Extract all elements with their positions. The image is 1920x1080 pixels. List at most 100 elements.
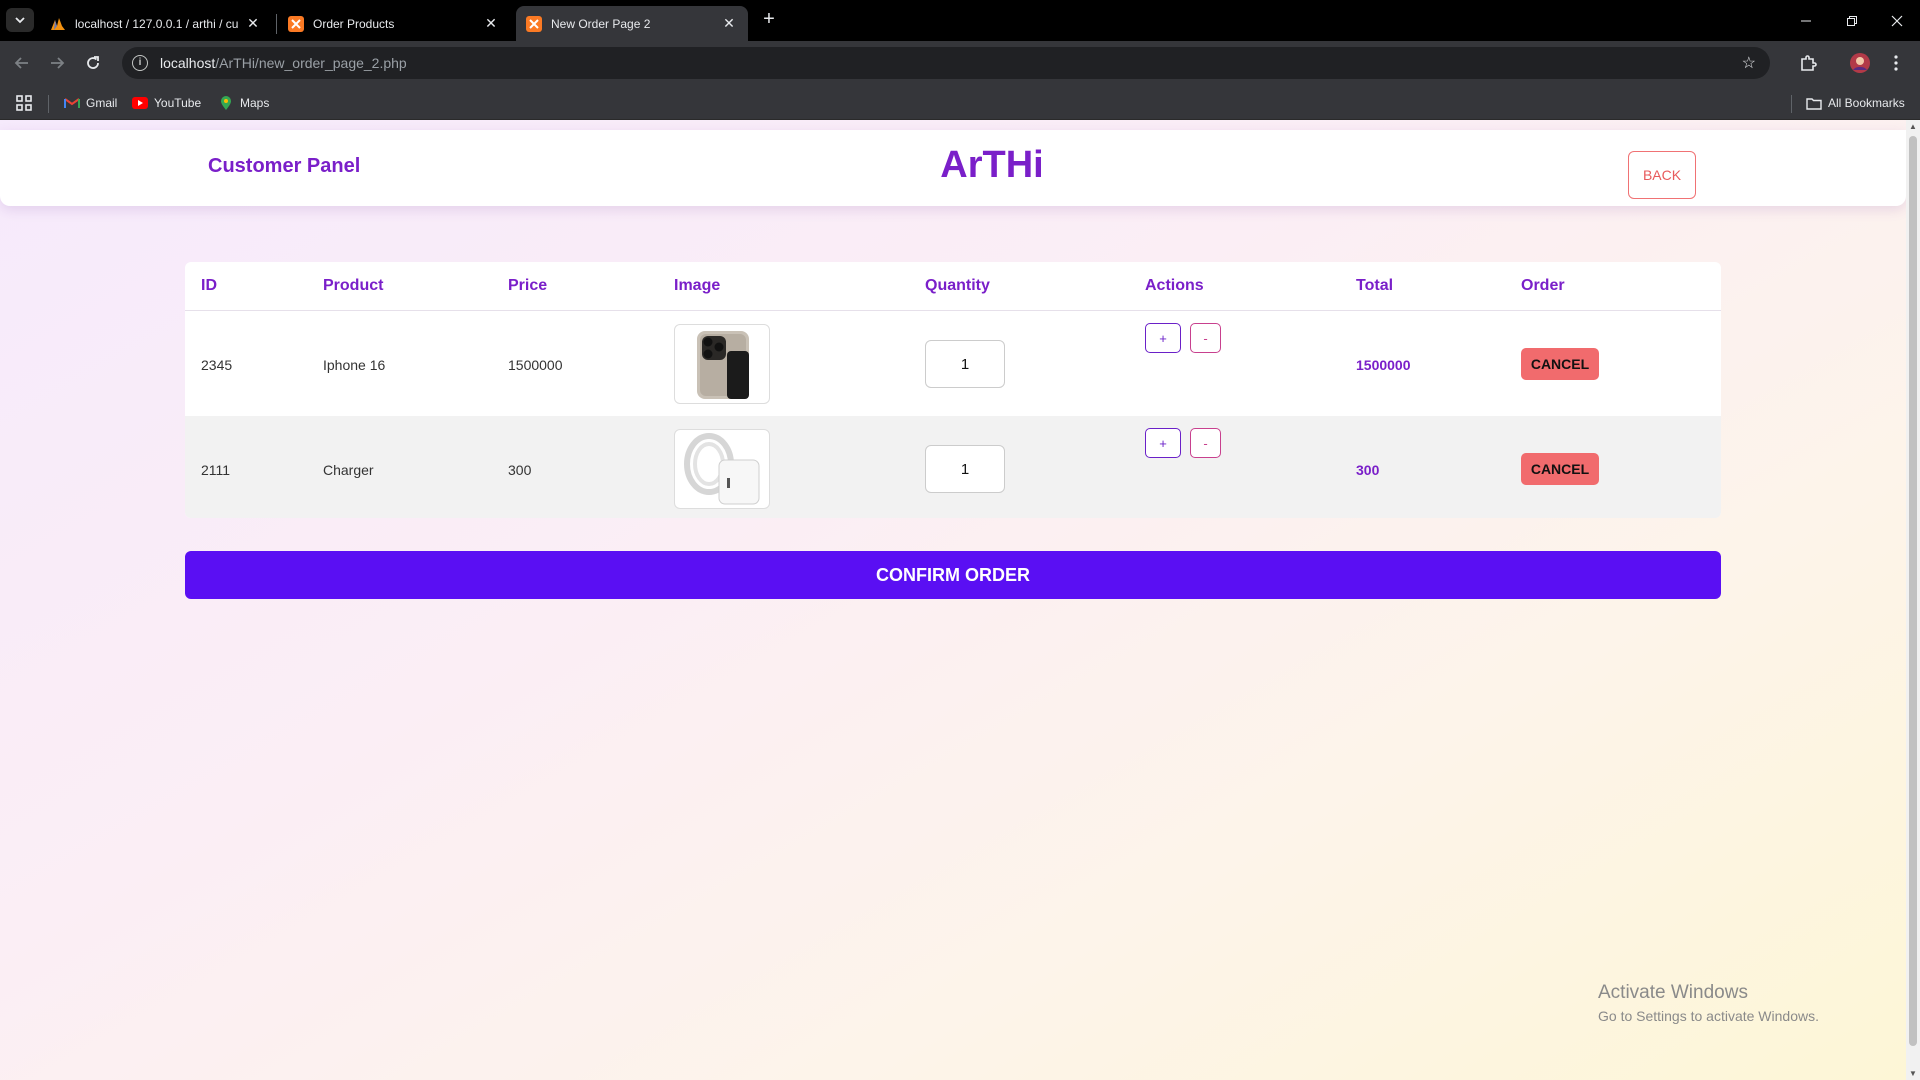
cancel-button[interactable]: CANCEL [1521, 453, 1599, 485]
forward-nav-button[interactable] [44, 50, 70, 76]
column-header-product: Product [323, 277, 384, 294]
cancel-button[interactable]: CANCEL [1521, 348, 1599, 380]
close-icon[interactable]: ✕ [482, 15, 500, 32]
apps-button[interactable] [16, 93, 32, 113]
back-button[interactable]: BACK [1628, 151, 1696, 199]
avatar-icon [1850, 53, 1870, 73]
cell-price: 1500000 [508, 357, 563, 373]
close-window-button[interactable] [1874, 0, 1920, 41]
table-header: ID Product Price Image Quantity Actions … [185, 262, 1721, 311]
all-bookmarks-button[interactable]: All Bookmarks [1806, 93, 1905, 113]
cell-product: Iphone 16 [323, 357, 386, 373]
chevron-down-icon [15, 17, 25, 24]
tab-order-products[interactable]: Order Products ✕ [278, 6, 510, 41]
minimize-icon [1801, 20, 1811, 21]
close-icon[interactable]: ✕ [244, 15, 262, 32]
address-bar[interactable]: i localhost/ArTHi/new_order_page_2.php ☆ [122, 47, 1770, 79]
column-header-image: Image [674, 277, 721, 294]
quantity-input[interactable]: 1 [925, 445, 1005, 493]
increment-button[interactable]: + [1145, 323, 1181, 353]
minimize-button[interactable] [1783, 0, 1829, 41]
cell-id: 2111 [201, 462, 231, 478]
close-icon [1891, 15, 1903, 26]
new-tab-button[interactable]: + [758, 9, 780, 31]
scrollbar-thumb[interactable] [1909, 136, 1917, 1046]
back-nav-button[interactable] [9, 50, 35, 76]
arrow-right-icon [51, 57, 65, 69]
bookmark-youtube[interactable]: YouTube [132, 93, 201, 113]
apps-grid-icon [16, 95, 32, 111]
confirm-order-button[interactable]: CONFIRM ORDER [185, 551, 1721, 599]
column-header-price: Price [508, 277, 548, 294]
puzzle-icon [1801, 55, 1817, 71]
order-table: ID Product Price Image Quantity Actions … [185, 262, 1721, 518]
reload-button[interactable] [80, 50, 106, 76]
browser-toolbar: i localhost/ArTHi/new_order_page_2.php ☆ [0, 41, 1920, 85]
scroll-up-arrow-icon[interactable]: ▲ [1909, 122, 1917, 131]
cell-total: 300 [1356, 462, 1380, 478]
bookmark-star-icon[interactable]: ☆ [1742, 53, 1756, 73]
watermark-line-1: Activate Windows [1598, 982, 1748, 1003]
cell-price: 300 [508, 462, 532, 478]
url-path: /ArTHi/new_order_page_2.php [215, 55, 407, 71]
column-header-order: Order [1521, 277, 1565, 294]
xampp-icon [288, 15, 304, 32]
tab-search-button[interactable] [6, 8, 34, 32]
xampp-icon [526, 15, 542, 32]
decrement-button[interactable]: - [1190, 428, 1221, 458]
cell-id: 2345 [201, 357, 233, 373]
phpmyadmin-icon [50, 16, 66, 32]
tab-title: New Order Page 2 [551, 16, 651, 31]
all-bookmarks-label: All Bookmarks [1828, 96, 1905, 110]
charger-image [674, 429, 770, 509]
page-scrollbar[interactable]: ▲ ▼ [1906, 120, 1920, 1080]
column-header-actions: Actions [1145, 277, 1204, 294]
table-row: 2345 Iphone 16 1500000 1 + - 1500000 CAN… [185, 311, 1721, 416]
gmail-icon [64, 95, 80, 111]
column-header-total: Total [1356, 277, 1394, 294]
iphone-image [674, 324, 770, 404]
increment-button[interactable]: + [1145, 428, 1181, 458]
bookmark-label: Gmail [86, 96, 118, 110]
profile-avatar[interactable] [1848, 52, 1872, 74]
tab-new-order-page-2[interactable]: New Order Page 2 ✕ [516, 6, 748, 41]
cell-product: Charger [323, 462, 374, 478]
restore-button[interactable] [1829, 0, 1875, 41]
url-host: localhost [160, 55, 216, 71]
arrow-left-icon [14, 57, 28, 69]
bookmark-label: Maps [240, 96, 270, 110]
reload-icon [87, 56, 99, 69]
extensions-button[interactable] [1796, 52, 1820, 74]
decrement-button[interactable]: - [1190, 323, 1221, 353]
brand-logo: ArTHi [940, 144, 1044, 186]
tab-phpmyadmin[interactable]: localhost / 127.0.0.1 / arthi / cu ✕ [40, 6, 272, 41]
tab-title: Order Products [313, 16, 395, 31]
tab-divider [276, 14, 277, 34]
youtube-icon [132, 95, 148, 111]
folder-icon [1806, 95, 1822, 111]
restore-icon [1847, 15, 1857, 26]
quantity-input[interactable]: 1 [925, 340, 1005, 388]
bookmarks-divider [1791, 95, 1792, 113]
table-row: 2111 Charger 300 1 + - 300 CANCEL [185, 416, 1721, 518]
cell-total: 1500000 [1356, 357, 1411, 373]
tab-title: localhost / 127.0.0.1 / arthi / cu [75, 16, 239, 31]
site-info-icon[interactable]: i [132, 55, 148, 71]
windows-activation-watermark: Activate Windows Go to Settings to activ… [1598, 982, 1819, 1024]
close-icon[interactable]: ✕ [720, 15, 738, 32]
page-header: Customer Panel ArTHi BACK [0, 130, 1906, 206]
column-header-quantity: Quantity [925, 277, 990, 294]
scroll-down-arrow-icon[interactable]: ▼ [1909, 1069, 1917, 1078]
maps-icon [218, 95, 234, 111]
page-viewport: Customer Panel ArTHi BACK ID Product Pri… [0, 120, 1906, 1080]
bookmarks-bar: Gmail YouTube Maps All Bookmarks [0, 85, 1920, 120]
bookmark-gmail[interactable]: Gmail [64, 93, 117, 113]
bookmark-maps[interactable]: Maps [218, 93, 269, 113]
browser-menu-button[interactable] [1886, 52, 1906, 74]
tab-strip: localhost / 127.0.0.1 / arthi / cu ✕ Ord… [0, 0, 1920, 41]
bookmarks-divider [48, 95, 49, 113]
column-header-id: ID [201, 277, 217, 294]
watermark-line-2: Go to Settings to activate Windows. [1598, 1008, 1819, 1024]
bookmark-label: YouTube [154, 96, 202, 110]
kebab-menu-icon [1894, 55, 1898, 71]
